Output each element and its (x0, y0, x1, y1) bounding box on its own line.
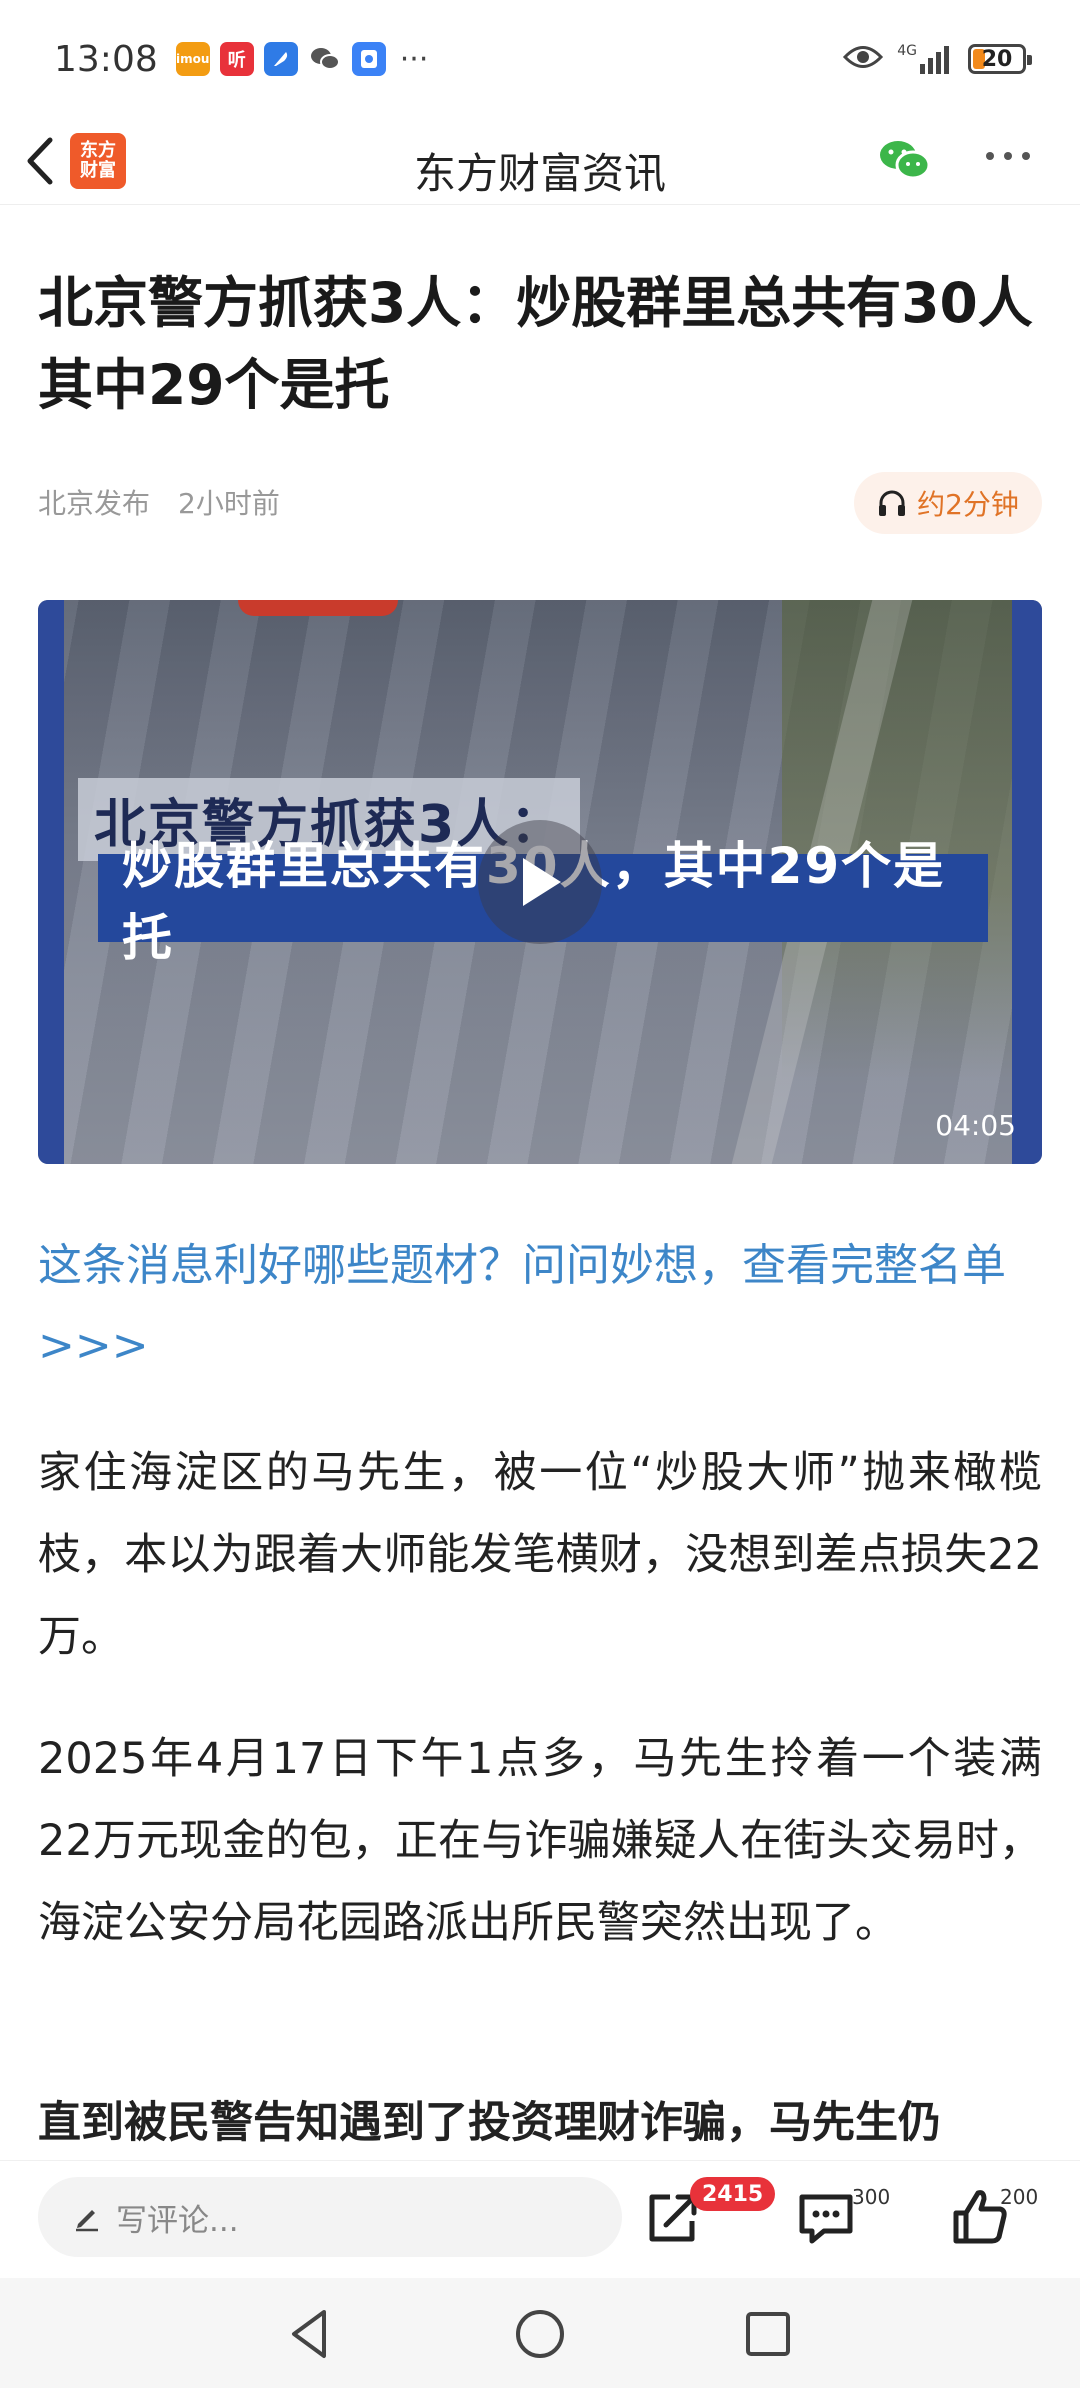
ting-app-icon: 听 (219, 42, 254, 76)
nav-back-button[interactable] (280, 2304, 340, 2364)
back-button[interactable] (18, 134, 62, 188)
article-source[interactable]: 北京发布 (38, 482, 150, 522)
dot-icon (1022, 152, 1030, 160)
action-bar: 写评论... 2415 300 200 (0, 2160, 1080, 2279)
status-right: 4G 20 (843, 39, 1032, 79)
app-bar: 东方财富资讯 东方 财富 (0, 118, 1080, 205)
notification-icons: imou 听 (175, 42, 386, 76)
eye-icon (843, 39, 884, 79)
wechat-icon (880, 141, 931, 180)
square-recents-icon (746, 2312, 790, 2356)
nav-home-button[interactable] (510, 2304, 570, 2364)
logo-text-top: 东方 (80, 140, 116, 161)
pencil-icon (76, 2210, 98, 2232)
article-title: 北京警方抓获3人：炒股群里总共有30人 其中29个是托 (38, 271, 1033, 417)
nav-recents-button[interactable] (738, 2304, 798, 2364)
comments-count: 300 (852, 2185, 891, 2209)
video-red-object (238, 600, 398, 616)
triangle-back-icon (292, 2310, 326, 2358)
play-icon (523, 858, 561, 906)
status-time: 13:08 (54, 38, 158, 80)
eastmoney-logo[interactable]: 东方 财富 (70, 133, 126, 189)
page: 13:08 imou 听 ··· 4G 20 东方财富资讯 东方 财富 北京警方… (0, 0, 1080, 2388)
video-duration: 04:05 (935, 1109, 1016, 1142)
network-type: 4G (897, 43, 917, 59)
shield-app-icon (351, 42, 386, 76)
article-paragraph: 家住海淀区的马先生，被一位“炒股大师”抛来橄榄枝，本以为跟着大师能发笔横财，没想… (38, 1448, 1042, 1662)
article-meta: 北京发布 2小时前 (38, 482, 280, 522)
share-count-badge: 2415 (690, 2177, 776, 2211)
listen-button[interactable]: 约2分钟 (854, 472, 1042, 534)
battery-icon: 20 (968, 44, 1032, 74)
article-paragraph-bold: 直到被民警告知遇到了投资理财诈骗，马先生仍 (38, 2098, 941, 2148)
comment-placeholder: 写评论... (116, 2202, 239, 2239)
status-bar: 13:08 imou 听 ··· 4G 20 (0, 0, 1080, 118)
listen-label: 约2分钟 (917, 488, 1019, 521)
article-paragraph: 2025年4月17日下午1点多，马先生拎着一个装满22万元现金的包，正在与诈骗嫌… (38, 1734, 1042, 1948)
battery-level: 20 (981, 46, 1013, 72)
imou-app-icon: imou (175, 42, 210, 76)
wechat-app-icon (307, 42, 342, 76)
logo-text-bottom: 财富 (80, 160, 116, 181)
likes-count: 200 (1000, 2185, 1039, 2209)
dot-icon (1004, 152, 1012, 160)
video-frame-left (38, 600, 64, 1164)
more-options-button[interactable] (986, 152, 1040, 168)
play-button[interactable] (478, 820, 602, 944)
promo-link[interactable]: 这条消息利好哪些题材？问问妙想，查看完整名单>>> (38, 1226, 1042, 1386)
video-frame-right (1012, 600, 1042, 1164)
article-time: 2小时前 (178, 487, 280, 520)
feather-app-icon (263, 42, 298, 76)
signal-icon: 4G (897, 44, 954, 74)
chevron-left-icon (27, 137, 53, 185)
video-player[interactable]: 北京警方抓获3人： 炒股群里总共有30人，其中29个是托 04:05 (38, 600, 1042, 1164)
comment-input[interactable]: 写评论... (38, 2177, 622, 2257)
headphones-icon (879, 490, 906, 516)
circle-home-icon (516, 2310, 564, 2358)
dot-icon (986, 152, 994, 160)
system-nav-bar (0, 2278, 1080, 2388)
status-more: ··· (399, 41, 429, 77)
wechat-share-button[interactable] (878, 138, 932, 182)
